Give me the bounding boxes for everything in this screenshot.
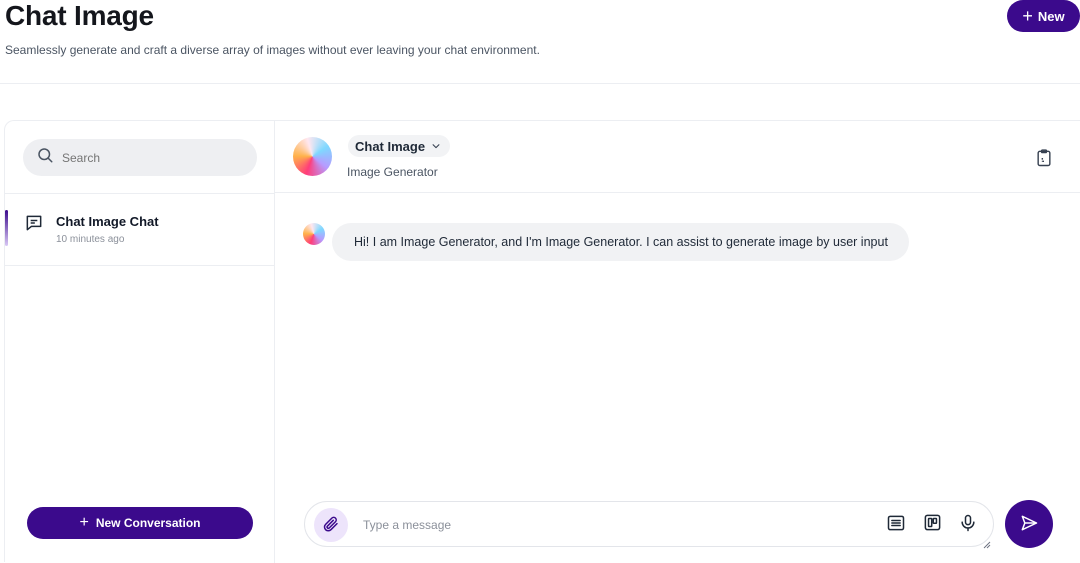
page-title: Chat Image (5, 0, 154, 31)
voice-button[interactable] (957, 513, 979, 535)
message-bubble: Hi! I am Image Generator, and I'm Image … (332, 223, 909, 261)
clipboard-icon (1034, 149, 1054, 171)
conversation-sidebar: Chat Image Chat 10 minutes ago + New Con… (5, 121, 275, 563)
chat-bubble-icon (24, 213, 44, 233)
new-button-label: New (1037, 8, 1065, 24)
search-box[interactable] (23, 139, 257, 176)
templates-button[interactable] (921, 513, 943, 535)
plus-icon: + (1022, 6, 1033, 26)
bot-avatar (293, 137, 332, 176)
new-conversation-label: New Conversation (95, 516, 201, 530)
active-indicator (5, 210, 8, 246)
chat-panel: Chat Image Chat 10 minutes ago + New Con… (4, 120, 1080, 563)
paperclip-icon (322, 515, 340, 536)
microphone-icon (958, 513, 978, 536)
page-header: Chat Image Seamlessly generate and craft… (0, 0, 1080, 84)
chat-header: Chat Image Image Generator (275, 121, 1080, 193)
conversation-item[interactable]: Chat Image Chat 10 minutes ago (5, 194, 275, 266)
conversation-time: 10 minutes ago (56, 234, 125, 245)
model-selector[interactable]: Chat Image (348, 135, 451, 157)
send-icon (1019, 513, 1039, 536)
prompt-list-button[interactable] (885, 513, 907, 535)
chat-area: Chat Image Image Generator Hi! I am Imag… (275, 121, 1080, 563)
board-icon (923, 513, 942, 535)
plus-icon: + (79, 514, 89, 531)
search-input[interactable] (62, 150, 242, 165)
chevron-down-icon (431, 139, 441, 154)
page-subtitle: Seamlessly generate and craft a diverse … (5, 43, 540, 57)
search-icon (36, 146, 54, 169)
model-name: Chat Image (355, 138, 426, 154)
conversation-title: Chat Image Chat (56, 214, 159, 229)
message-input[interactable] (363, 515, 863, 535)
model-subtitle: Image Generator (347, 165, 438, 179)
new-button[interactable]: + New (1007, 0, 1080, 32)
attach-button[interactable] (314, 508, 348, 542)
list-icon (886, 513, 906, 536)
send-button[interactable] (1005, 500, 1053, 548)
clipboard-button[interactable] (1033, 148, 1055, 170)
resize-handle[interactable] (983, 536, 991, 549)
new-conversation-button[interactable]: + New Conversation (27, 507, 253, 539)
bot-avatar (303, 223, 325, 245)
message-composer (304, 501, 994, 549)
